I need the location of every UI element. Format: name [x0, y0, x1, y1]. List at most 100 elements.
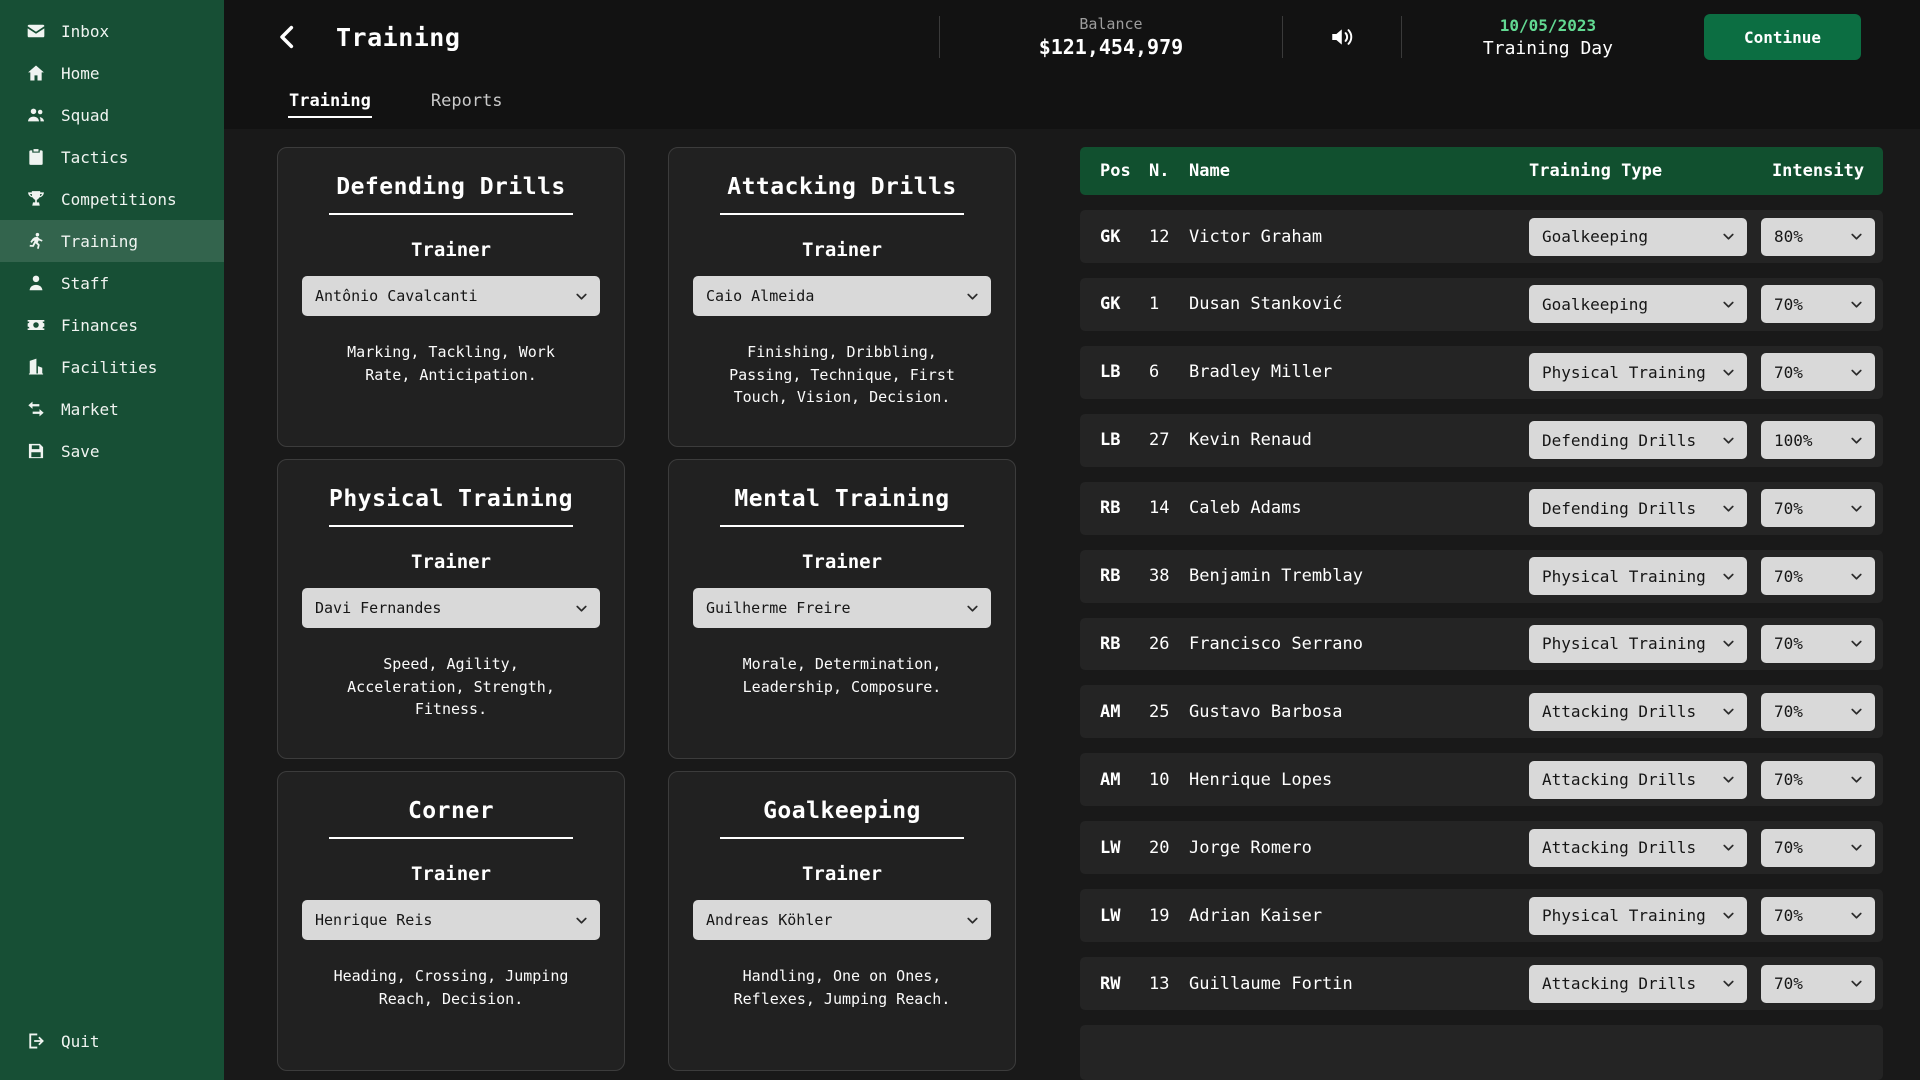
chevron-down-icon — [1848, 432, 1865, 449]
training-type-select[interactable]: Attacking Drills — [1529, 761, 1747, 799]
sidebar-item[interactable]: Competitions — [0, 178, 224, 220]
intensity-select[interactable]: 70% — [1761, 285, 1875, 323]
training-icon — [26, 231, 46, 251]
speaker-icon[interactable] — [1329, 24, 1355, 50]
save-icon — [26, 441, 46, 461]
intensity-select[interactable]: 100% — [1761, 421, 1875, 459]
training-type-cell: Physical Training — [1529, 897, 1761, 935]
sidebar-item[interactable]: Finances — [0, 304, 224, 346]
intensity-select[interactable]: 70% — [1761, 557, 1875, 595]
trainer-select[interactable]: Caio Almeida — [693, 276, 991, 316]
trainer-select-value: Antônio Cavalcanti — [315, 287, 478, 305]
training-type-select[interactable]: Goalkeeping — [1529, 218, 1747, 256]
intensity-select[interactable]: 70% — [1761, 489, 1875, 527]
date-value: 10/05/2023 — [1448, 16, 1648, 35]
player-position: LW — [1100, 906, 1149, 926]
player-number: 13 — [1149, 974, 1189, 994]
player-position: LB — [1100, 430, 1149, 450]
player-number: 38 — [1149, 566, 1189, 586]
quit-icon — [26, 1031, 46, 1051]
intensity-select[interactable]: 70% — [1761, 625, 1875, 663]
card-divider — [329, 213, 573, 215]
trainer-select[interactable]: Davi Fernandes — [302, 588, 600, 628]
chevron-down-icon — [1720, 568, 1737, 585]
chevron-down-icon — [964, 288, 981, 305]
training-table: Pos N. Name Training Type Intensity GK 1… — [1080, 147, 1883, 1080]
sidebar-item[interactable]: Training — [0, 220, 224, 262]
sidebar-item[interactable]: Tactics — [0, 136, 224, 178]
training-type-select[interactable]: Goalkeeping — [1529, 285, 1747, 323]
training-type-value: Attacking Drills — [1542, 838, 1696, 857]
drill-description: Heading, Crossing, Jumping Reach, Decisi… — [322, 965, 580, 1010]
chevron-down-icon — [1848, 364, 1865, 381]
sidebar-item[interactable]: Facilities — [0, 346, 224, 388]
player-position: GK — [1100, 294, 1149, 314]
page-title: Training — [336, 23, 460, 52]
intensity-select[interactable]: 80% — [1761, 218, 1875, 256]
chevron-down-icon — [964, 912, 981, 929]
player-name: Bradley Miller — [1189, 362, 1529, 382]
intensity-value: 70% — [1774, 295, 1803, 314]
player-name: Adrian Kaiser — [1189, 906, 1529, 926]
sidebar-item[interactable]: Home — [0, 52, 224, 94]
table-row: RB 38 Benjamin Tremblay Physical Trainin… — [1080, 550, 1883, 603]
main-area: Training Balance $121,454,979 10/05/2023… — [224, 0, 1920, 1080]
sidebar-item-label: Quit — [61, 1032, 100, 1051]
staff-icon — [26, 273, 46, 293]
col-header-pos: Pos — [1100, 161, 1149, 181]
balance-value: $121,454,979 — [986, 35, 1236, 59]
player-name: Jorge Romero — [1189, 838, 1529, 858]
trainer-select[interactable]: Antônio Cavalcanti — [302, 276, 600, 316]
training-type-select[interactable]: Attacking Drills — [1529, 693, 1747, 731]
intensity-value: 70% — [1774, 838, 1803, 857]
sidebar-item[interactable]: Staff — [0, 262, 224, 304]
training-type-select[interactable]: Defending Drills — [1529, 489, 1747, 527]
col-header-training-type: Training Type — [1529, 161, 1761, 181]
training-type-select[interactable]: Attacking Drills — [1529, 965, 1747, 1003]
date-caption: Training Day — [1448, 38, 1648, 59]
sidebar-item[interactable]: Squad — [0, 94, 224, 136]
training-type-value: Defending Drills — [1542, 431, 1696, 450]
training-type-select[interactable]: Physical Training — [1529, 353, 1747, 391]
player-name: Henrique Lopes — [1189, 770, 1529, 790]
drill-card-title: Goalkeeping — [763, 798, 921, 824]
table-row: RB 14 Caleb Adams Defending Drills 70% — [1080, 482, 1883, 535]
trainer-select[interactable]: Henrique Reis — [302, 900, 600, 940]
intensity-value: 70% — [1774, 363, 1803, 382]
intensity-select[interactable]: 70% — [1761, 693, 1875, 731]
tab[interactable]: Reports — [430, 86, 504, 118]
intensity-select[interactable]: 70% — [1761, 965, 1875, 1003]
sidebar-item[interactable]: Market — [0, 388, 224, 430]
training-type-select[interactable]: Attacking Drills — [1529, 829, 1747, 867]
player-name: Caleb Adams — [1189, 498, 1529, 518]
training-type-select[interactable]: Physical Training — [1529, 557, 1747, 595]
tab[interactable]: Training — [288, 86, 372, 118]
drill-card: Corner Trainer Henrique Reis Heading, Cr… — [277, 771, 625, 1071]
player-position: RB — [1100, 634, 1149, 654]
training-type-value: Defending Drills — [1542, 499, 1696, 518]
training-type-select[interactable]: Physical Training — [1529, 625, 1747, 663]
balance-label: Balance — [986, 15, 1236, 33]
training-type-select[interactable]: Physical Training — [1529, 897, 1747, 935]
table-row-partial — [1080, 1025, 1883, 1080]
trainer-select[interactable]: Guilherme Freire — [693, 588, 991, 628]
intensity-select[interactable]: 70% — [1761, 353, 1875, 391]
intensity-select[interactable]: 70% — [1761, 897, 1875, 935]
intensity-value: 100% — [1774, 431, 1813, 450]
player-name: Gustavo Barbosa — [1189, 702, 1529, 722]
training-type-cell: Physical Training — [1529, 625, 1761, 663]
continue-button[interactable]: Continue — [1704, 14, 1861, 60]
sidebar-item-label: Tactics — [61, 148, 128, 167]
trainer-select[interactable]: Andreas Köhler — [693, 900, 991, 940]
intensity-select[interactable]: 70% — [1761, 829, 1875, 867]
sidebar-item-quit[interactable]: Quit — [0, 1020, 224, 1062]
sidebar-item[interactable]: Inbox — [0, 10, 224, 52]
training-type-select[interactable]: Defending Drills — [1529, 421, 1747, 459]
intensity-select[interactable]: 70% — [1761, 761, 1875, 799]
sidebar-item[interactable]: Save — [0, 430, 224, 472]
player-position: RB — [1100, 498, 1149, 518]
back-button[interactable] — [272, 22, 302, 52]
player-number: 25 — [1149, 702, 1189, 722]
facilities-icon — [26, 357, 46, 377]
drill-card-title: Physical Training — [329, 486, 573, 512]
